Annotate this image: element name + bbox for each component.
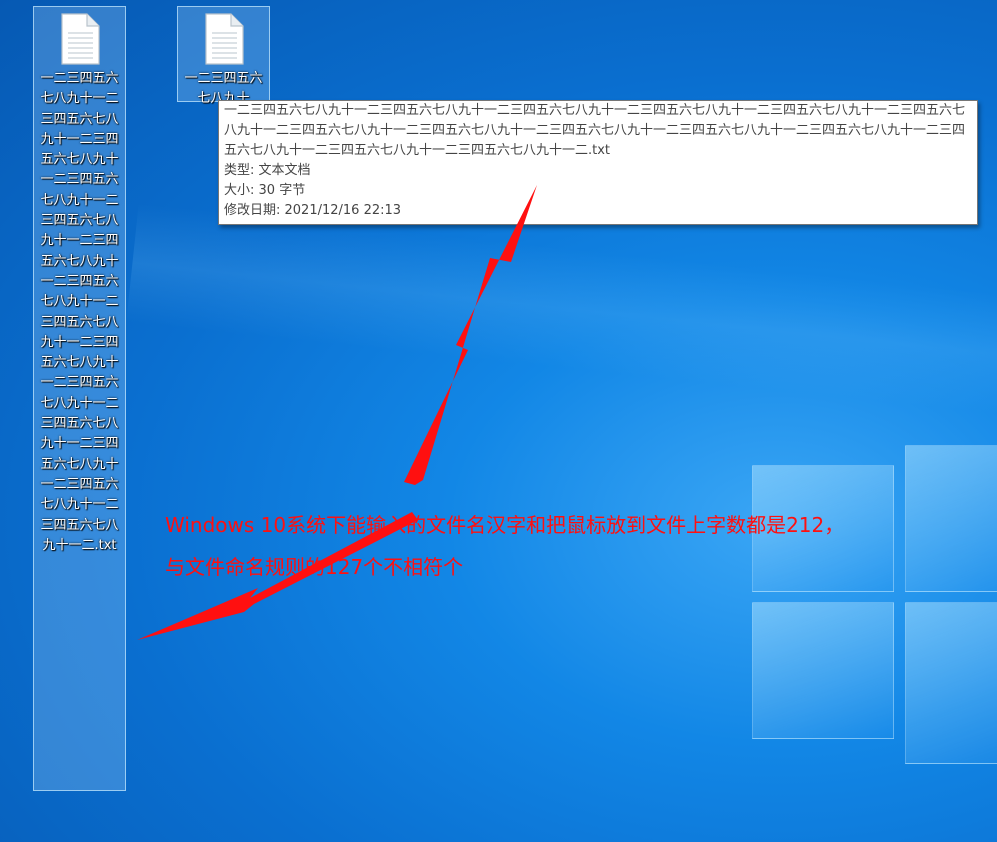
desktop[interactable]: 一二三四五六七八九十一二三四五六七八九十一二三四五六七八九十一二三四五六七八九十…	[0, 0, 997, 842]
annotation-arrow-up	[404, 185, 537, 485]
annotation-text: Windows 10系统下能输入的文件名汉字和把鼠标放到文件上字数都是212， …	[165, 504, 985, 588]
annotation-line-1: Windows 10系统下能输入的文件名汉字和把鼠标放到文件上字数都是212，	[165, 513, 845, 537]
annotation-arrows	[137, 185, 537, 640]
annotation-line-2: 与文件命名规则的127个不相符个	[165, 555, 464, 579]
